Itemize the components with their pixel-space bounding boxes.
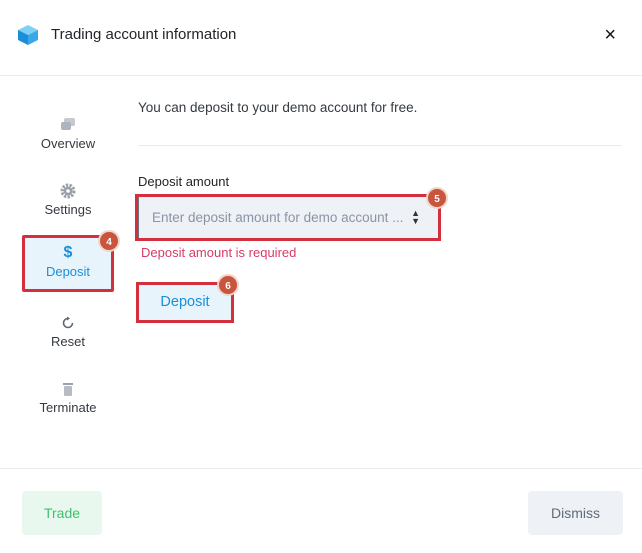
sidebar-item-overview[interactable]: Overview [22, 112, 114, 168]
trade-button[interactable]: Trade [22, 491, 102, 535]
divider [138, 145, 622, 146]
validation-error: Deposit amount is required [141, 245, 297, 260]
gear-icon [60, 183, 76, 199]
intro-text: You can deposit to your demo account for… [138, 100, 418, 115]
sidebar-item-label: Deposit [45, 264, 91, 279]
dismiss-button[interactable]: Dismiss [528, 491, 623, 535]
sidebar-item-label: Reset [51, 334, 85, 349]
deposit-amount-input[interactable] [138, 197, 438, 238]
sidebar-item-label: Terminate [39, 400, 97, 415]
step-badge-6: 6 [217, 274, 239, 296]
step-badge-4: 4 [98, 230, 120, 252]
sidebar-item-terminate[interactable]: Terminate [22, 376, 114, 432]
modal-title: Trading account information [51, 26, 237, 43]
sidebar-item-label: Overview [40, 136, 96, 151]
deposit-amount-field: ▲▼ [135, 194, 441, 241]
dollar-icon: $ [63, 244, 73, 261]
number-stepper-icon[interactable]: ▲ ▼ [411, 209, 420, 226]
deposit-amount-label: Deposit amount [138, 174, 230, 189]
close-icon[interactable]: × [604, 24, 616, 46]
modal-header: Trading account information × [0, 0, 642, 76]
chat-bubbles-icon [61, 118, 75, 130]
step-badge-5: 5 [426, 187, 448, 209]
sidebar-item-label: Settings [44, 202, 92, 217]
sidebar-item-reset[interactable]: Reset [22, 310, 114, 366]
reset-icon [62, 316, 74, 329]
cube-logo-icon [18, 25, 38, 45]
trash-icon [63, 383, 73, 396]
sidebar-item-settings[interactable]: Settings [22, 178, 114, 234]
